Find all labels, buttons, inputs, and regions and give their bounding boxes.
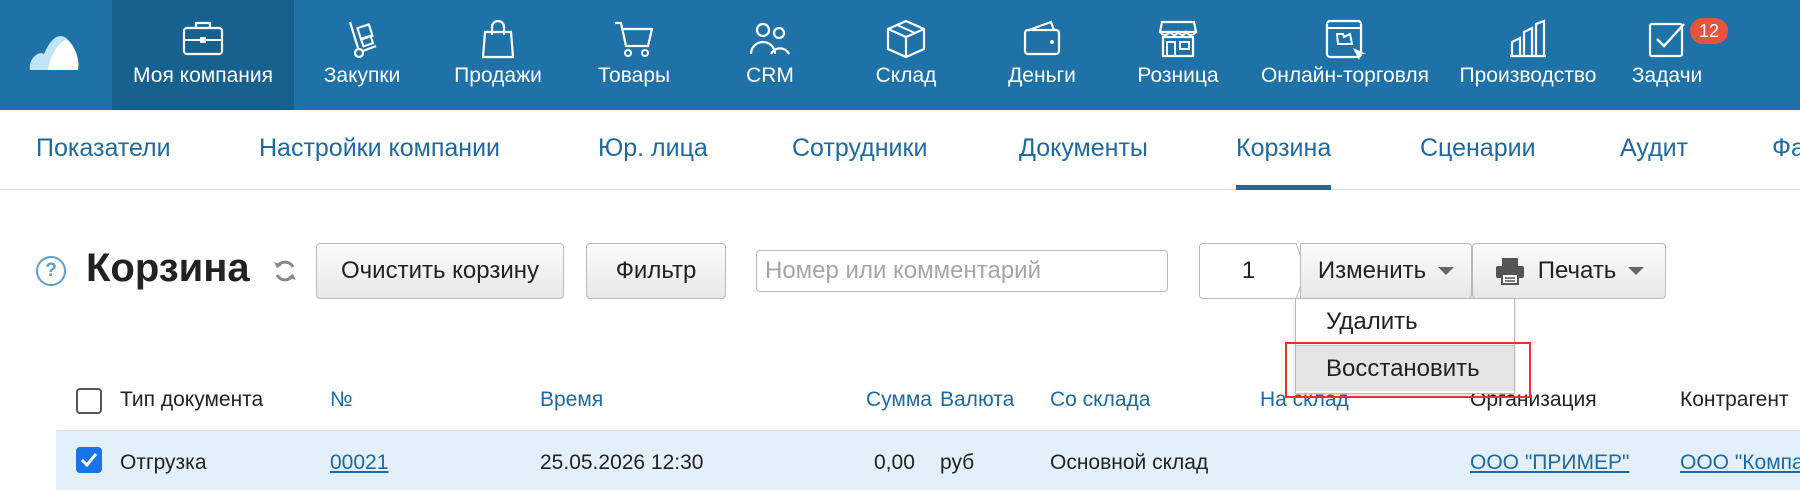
tab-audit[interactable]: Аудит (1620, 134, 1688, 163)
printer-icon (1495, 258, 1524, 285)
cell-sum: 0,00 (874, 451, 915, 474)
tab-scenarios[interactable]: Сценарии (1420, 134, 1536, 163)
briefcase-icon (182, 21, 224, 56)
topnav-label: Моя компания (133, 64, 273, 87)
cell-number-link[interactable]: 00021 (330, 451, 388, 475)
topnav-production[interactable]: Производство (1444, 0, 1612, 110)
topnav-label: Склад (875, 64, 937, 87)
change-dropdown-button[interactable]: Изменить (1300, 243, 1472, 299)
tab-employees[interactable]: Сотрудники (792, 134, 927, 163)
cart-icon (615, 21, 654, 57)
cell-time: 25.05.2026 12:30 (540, 451, 704, 474)
topnav-label: CRM (746, 64, 794, 87)
cell-currency: руб (940, 451, 975, 474)
page-title: Корзина (86, 246, 250, 290)
topnav-sales[interactable]: Продажи (430, 0, 566, 110)
main-menu: Моя компания Закупки Продажи Товары CRM … (112, 0, 1729, 110)
chevron-down-icon (1628, 267, 1645, 275)
print-dropdown-button[interactable]: Печать (1472, 243, 1666, 299)
table-row[interactable]: Отгрузка 00021 25.05.2026 12:30 0,00 руб… (56, 430, 1800, 490)
people-icon (749, 22, 790, 55)
column-header-counterparty[interactable]: Контрагент (1680, 388, 1789, 412)
topnav-purchases[interactable]: Закупки (294, 0, 430, 110)
app-logo[interactable] (0, 0, 112, 110)
checkmark-icon (80, 453, 98, 468)
store-icon (1158, 20, 1198, 58)
online-store-icon (1325, 19, 1366, 60)
tasks-count-badge: 12 (1690, 18, 1729, 44)
factory-icon (1510, 19, 1546, 58)
topnav-online-trade[interactable]: Онлайн-торговля (1246, 0, 1444, 110)
topnav-label: Производство (1459, 64, 1597, 87)
shopping-bag-icon (481, 19, 515, 59)
column-header-type[interactable]: Тип документа (120, 388, 263, 412)
hand-truck-icon (348, 21, 377, 59)
cell-from-store: Основной склад (1050, 451, 1209, 474)
tab-documents[interactable]: Документы (1019, 134, 1148, 163)
column-header-number[interactable]: № (330, 388, 353, 412)
topnav-retail[interactable]: Розница (1110, 0, 1246, 110)
column-header-currency[interactable]: Валюта (940, 388, 1014, 412)
highlight-box (1285, 342, 1531, 398)
column-header-sum[interactable]: Сумма (866, 388, 932, 412)
top-navigation-bar: Моя компания Закупки Продажи Товары CRM … (0, 0, 1800, 110)
cell-type: Отгрузка (120, 451, 207, 474)
clear-trash-button[interactable]: Очистить корзину (316, 243, 564, 299)
row-checkbox[interactable] (76, 447, 102, 473)
print-label: Печать (1537, 257, 1617, 284)
topnav-label: Розница (1137, 64, 1219, 87)
column-header-time[interactable]: Время (540, 388, 603, 412)
filter-button[interactable]: Фильтр (586, 243, 726, 299)
topnav-goods[interactable]: Товары (566, 0, 702, 110)
refresh-icon[interactable] (272, 258, 298, 289)
topnav-label: Товары (597, 64, 671, 87)
topnav-crm[interactable]: CRM (702, 0, 838, 110)
section-tabs: Показатели Настройки компании Юр. лица С… (0, 110, 1800, 190)
topnav-label: Деньги (1008, 64, 1076, 87)
tab-files[interactable]: Фа (1772, 134, 1800, 163)
search-input[interactable] (756, 250, 1168, 292)
tab-company-settings[interactable]: Настройки компании (259, 134, 500, 163)
tab-indicators[interactable]: Показатели (36, 134, 171, 163)
topnav-label: Онлайн-торговля (1260, 64, 1430, 87)
topnav-label: Задачи (1631, 64, 1703, 87)
tasks-check-icon (1648, 22, 1685, 58)
tab-legal-entities[interactable]: Юр. лица (598, 134, 708, 163)
logo-icon (29, 35, 79, 70)
change-label: Изменить (1317, 257, 1427, 284)
cell-counterparty-link[interactable]: ООО "Компа (1680, 451, 1800, 475)
topnav-label: Закупки (323, 64, 401, 87)
wallet-icon (1023, 20, 1061, 56)
help-icon[interactable]: ? (36, 256, 66, 286)
menu-item-delete[interactable]: Удалить (1296, 299, 1514, 345)
topnav-money[interactable]: Деньги (974, 0, 1110, 110)
topnav-warehouse[interactable]: Склад (838, 0, 974, 110)
topnav-my-company[interactable]: Моя компания (112, 0, 294, 110)
topnav-label: Продажи (454, 64, 542, 87)
column-header-from-store[interactable]: Со склада (1050, 388, 1150, 412)
select-all-checkbox[interactable] (76, 388, 102, 414)
topnav-tasks[interactable]: 12 Задачи (1612, 0, 1729, 110)
cell-organization-link[interactable]: ООО "ПРИМЕР" (1470, 451, 1629, 475)
selected-count: 1 (1199, 243, 1297, 299)
chevron-down-icon (1438, 267, 1455, 275)
box-icon (886, 19, 926, 59)
tab-trash[interactable]: Корзина (1236, 134, 1332, 190)
